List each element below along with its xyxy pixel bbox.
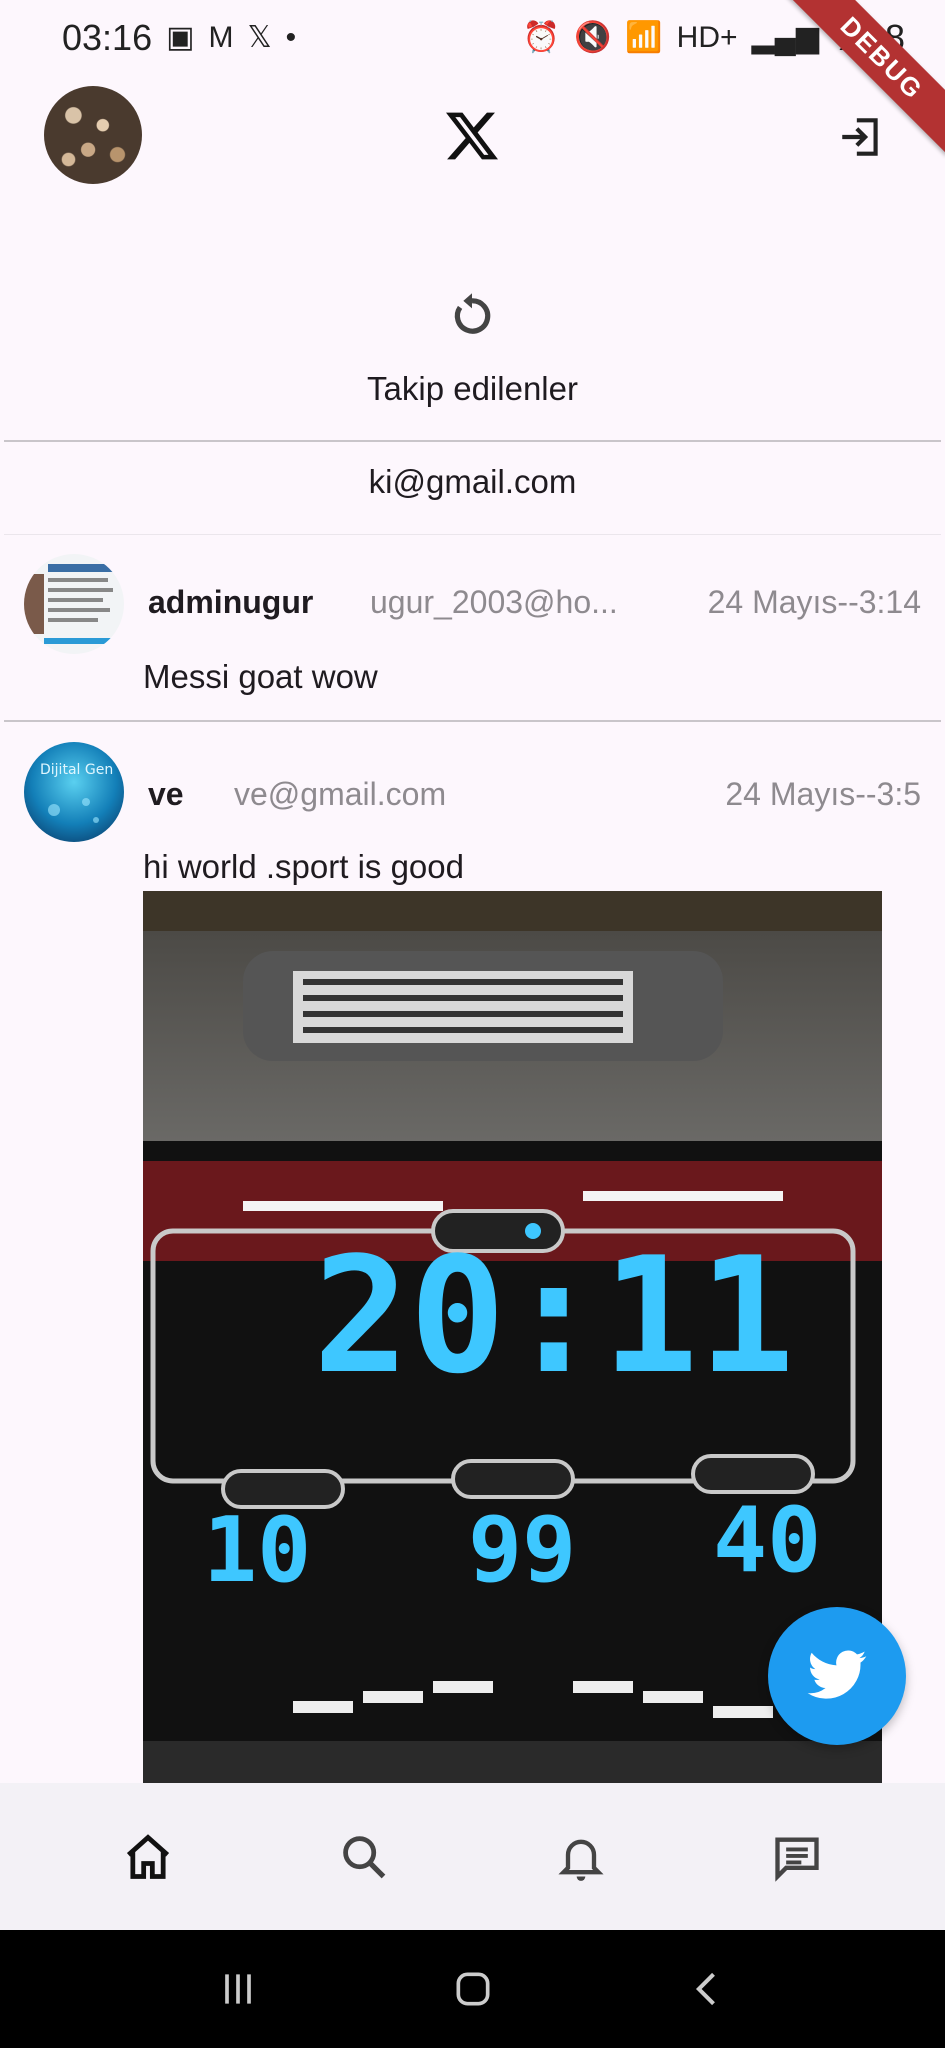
post-timestamp: 24 Mayıs--3:14 xyxy=(707,584,921,620)
divider xyxy=(4,440,941,442)
nav-home[interactable] xyxy=(118,1827,178,1887)
hd-icon: HD+ xyxy=(676,20,738,54)
post-author-name[interactable]: ve xyxy=(148,776,184,813)
alarm-icon: ⏰ xyxy=(522,20,560,54)
post-image[interactable]: 20:11 10 99 40 xyxy=(143,891,882,1783)
status-time: 03:16 xyxy=(62,16,153,58)
display-stat-mid: 99 xyxy=(468,1498,576,1603)
nav-messages[interactable] xyxy=(767,1827,827,1887)
bird-icon xyxy=(807,1650,867,1699)
signal-icon: ▂▄▆ xyxy=(751,20,819,54)
post-author-name[interactable]: adminugur xyxy=(148,584,313,621)
logout-icon[interactable] xyxy=(836,112,886,162)
status-left: 03:16 ▣ M 𝕏 • xyxy=(62,17,296,59)
recent-apps-icon[interactable] xyxy=(216,1967,260,2011)
display-stat-left: 10 xyxy=(203,1498,311,1603)
current-user-email: ki@gmail.com xyxy=(368,463,577,500)
message-icon xyxy=(775,1837,819,1882)
search-icon xyxy=(343,1835,386,1878)
new-tweet-button[interactable] xyxy=(768,1607,906,1745)
post-timestamp: 24 Mayıs--3:5 xyxy=(725,776,921,812)
post-item[interactable]: adminugur ugur_2003@ho... 24 Mayıs--3:14… xyxy=(0,554,945,719)
bell-icon xyxy=(558,1839,604,1881)
tab-following[interactable]: Takip edilenler xyxy=(0,370,945,408)
post-text: Messi goat wow xyxy=(143,658,378,695)
gallery-icon: ▣ xyxy=(166,20,195,54)
divider xyxy=(4,720,941,722)
display-stat-right: 40 xyxy=(713,1488,821,1593)
post-avatar[interactable]: Dijital Gen xyxy=(24,742,124,842)
nav-search[interactable] xyxy=(334,1827,394,1887)
dot-icon: • xyxy=(285,20,297,54)
nav-notifications[interactable] xyxy=(551,1827,611,1887)
post-avatar[interactable] xyxy=(24,554,124,654)
app-bar xyxy=(0,86,945,186)
svg-text:Dijital Gen: Dijital Gen xyxy=(40,762,113,778)
post-text: hi world .sport is good xyxy=(143,848,464,885)
home-button-icon[interactable] xyxy=(451,1967,495,2011)
system-nav-bar xyxy=(0,1930,945,2048)
post-author-handle: ve@gmail.com xyxy=(234,776,447,812)
post-author-handle: ugur_2003@ho... xyxy=(370,584,618,620)
x-notification-icon: 𝕏 xyxy=(247,20,272,54)
gmail-icon: M xyxy=(208,20,234,54)
bottom-nav xyxy=(0,1783,945,1930)
mute-icon: 🔇 xyxy=(573,20,612,54)
profile-avatar[interactable] xyxy=(44,86,142,184)
x-logo-icon xyxy=(446,112,498,160)
refresh-icon[interactable] xyxy=(446,290,498,342)
home-icon xyxy=(127,1833,170,1879)
display-time: 20:11 xyxy=(313,1222,795,1409)
divider xyxy=(4,534,941,535)
wifi-icon: 📶 xyxy=(625,20,663,54)
back-icon[interactable] xyxy=(686,1967,730,2011)
